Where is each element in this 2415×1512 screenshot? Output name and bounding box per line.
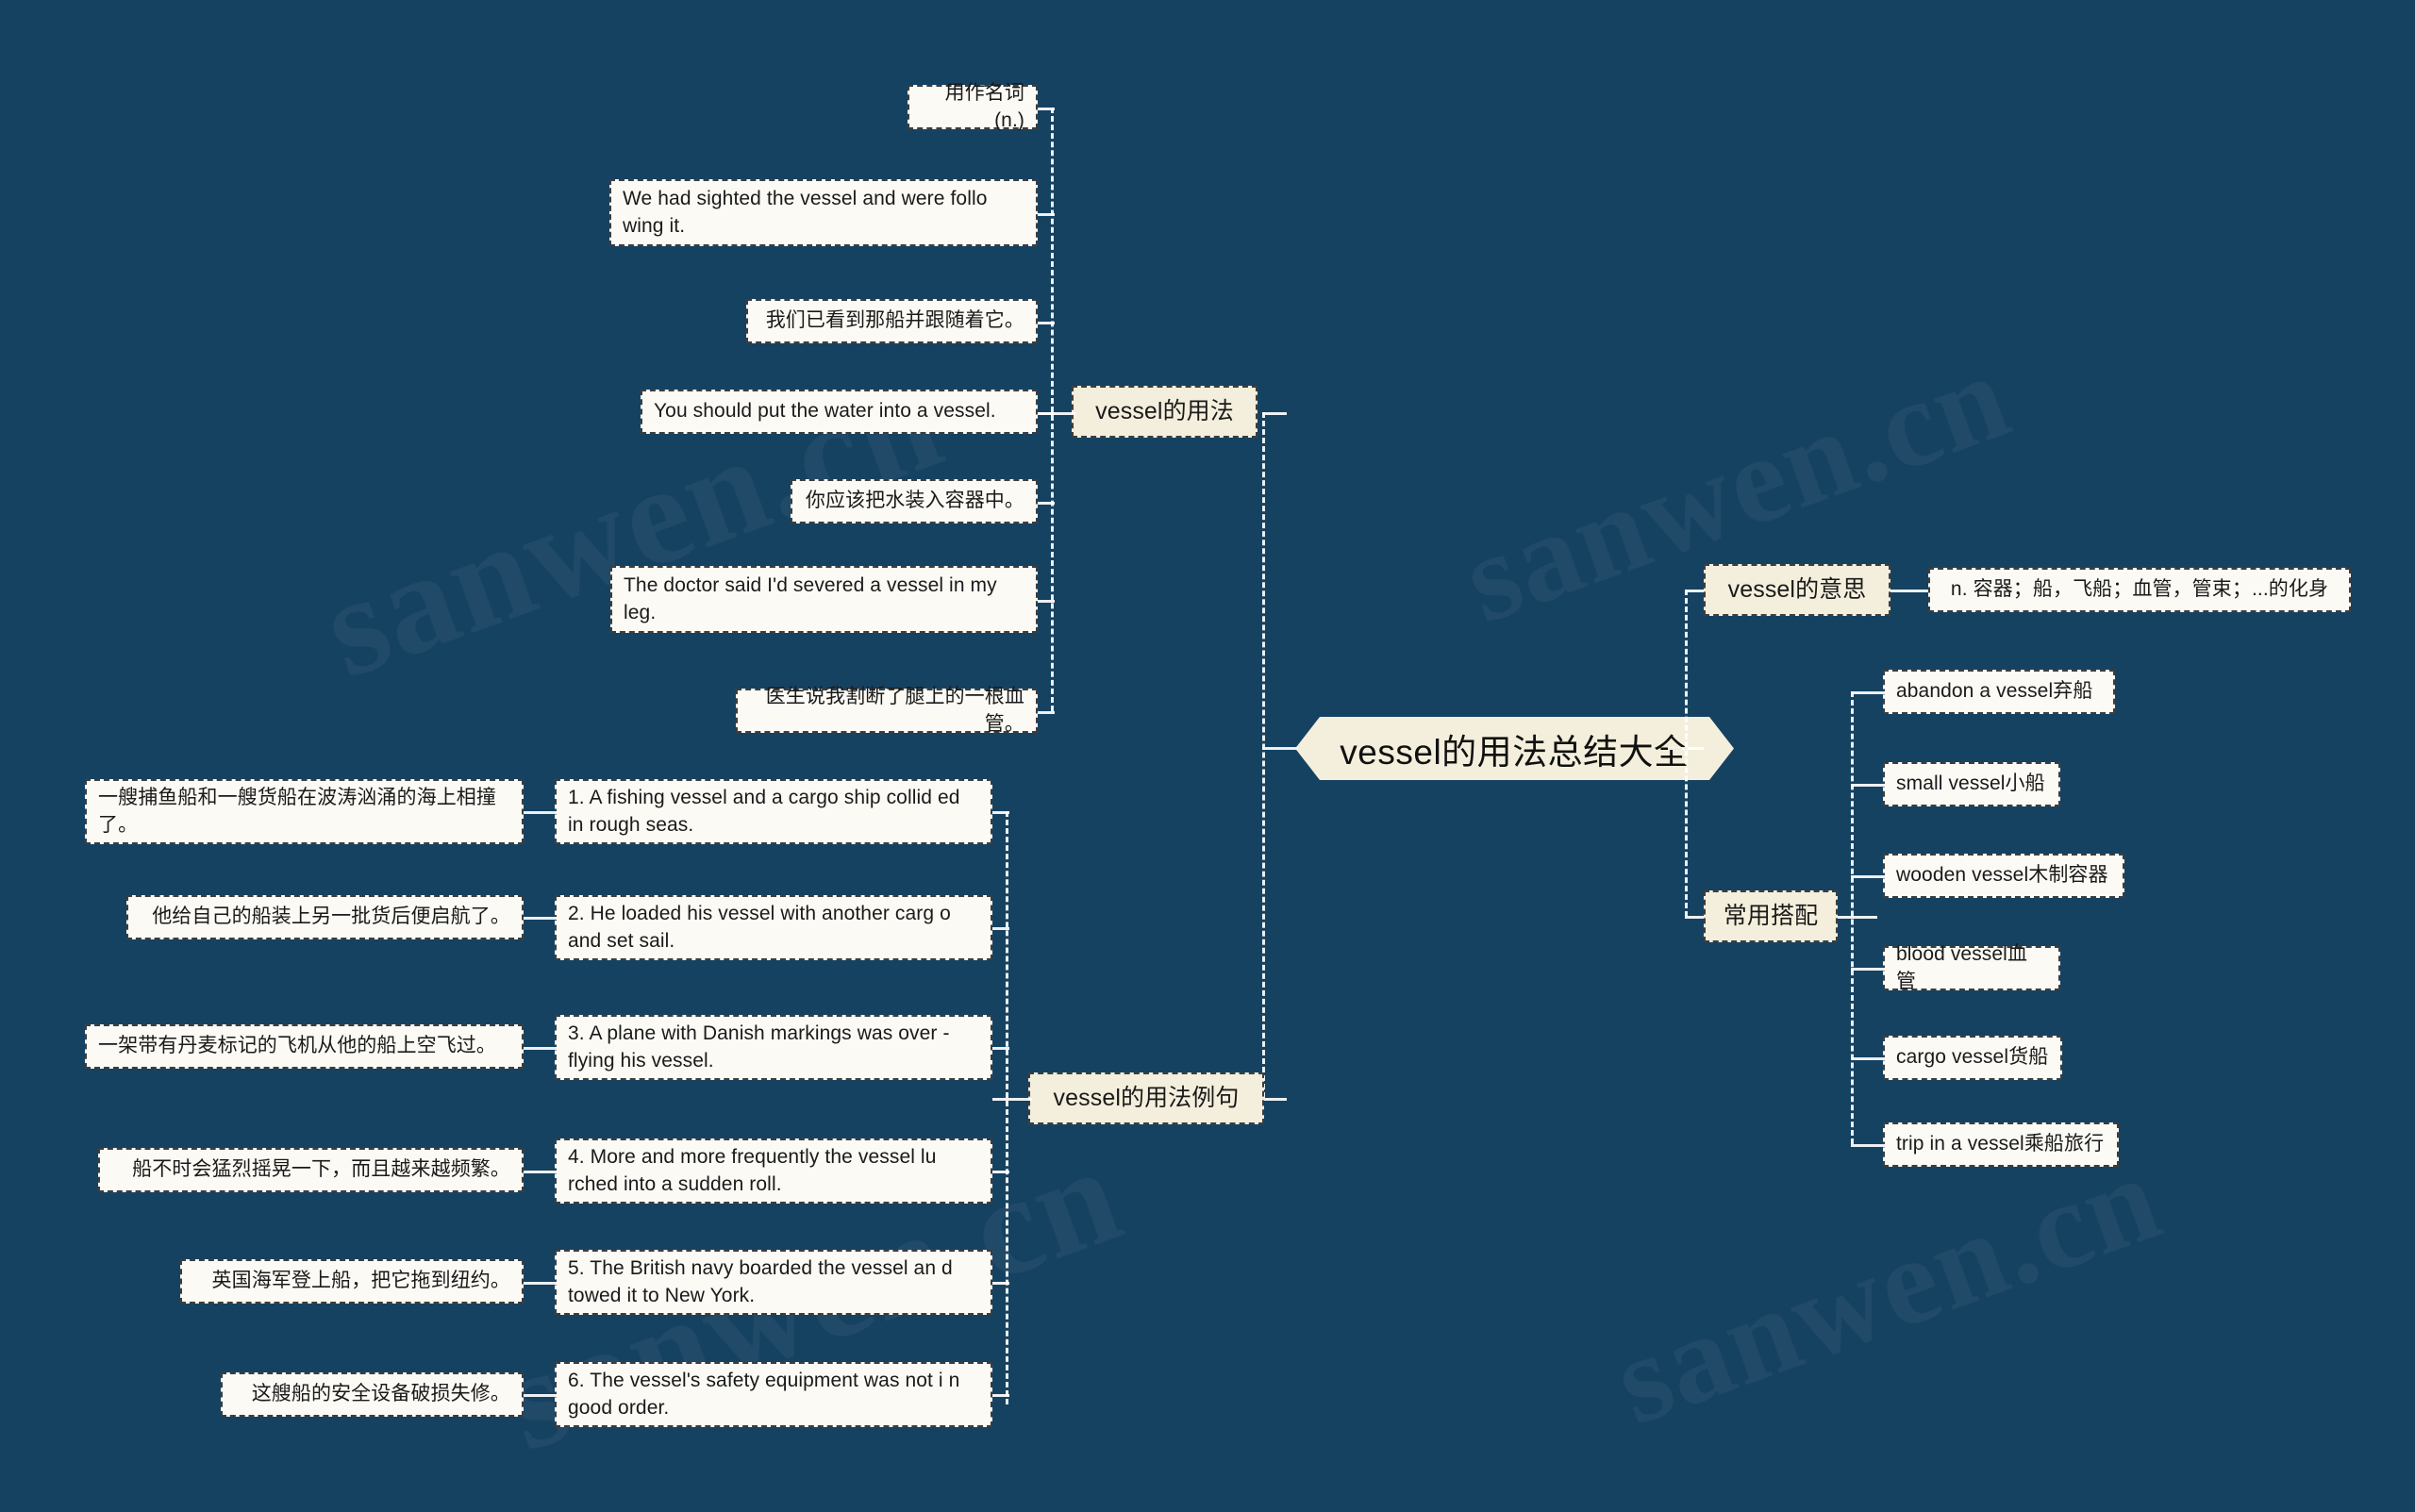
collocation-child-node[interactable]: cargo vessel货船: [1883, 1036, 2062, 1080]
branch-usage[interactable]: vessel的用法: [1072, 386, 1257, 438]
root-to-examples-stub: [1262, 1098, 1287, 1101]
usage-child-label: 用作名词(n.): [944, 82, 1024, 131]
example-zh-node[interactable]: 英国海军登上船，把它拖到纽约。: [180, 1259, 524, 1304]
collocation-child-stub: [1851, 875, 1885, 878]
example-en-node[interactable]: 4. More and more frequently the vessel l…: [555, 1138, 992, 1204]
collocation-child-stub: [1851, 968, 1885, 971]
usage-child-stub: [1038, 502, 1055, 505]
branch-collocation-label: 常用搭配: [1723, 902, 1819, 929]
example-zh-label: 船不时会猛烈摇晃一下，而且越来越频繁。: [132, 1158, 510, 1181]
collocation-child-label: cargo vessel货船: [1896, 1046, 2049, 1069]
usage-child-node[interactable]: 我们已看到那船并跟随着它。: [746, 299, 1038, 343]
branch-examples[interactable]: vessel的用法例句: [1028, 1072, 1264, 1124]
example-en-stub: [992, 1047, 1009, 1050]
collocation-child-node[interactable]: small vessel小船: [1883, 762, 2060, 806]
example-zh-label: 这艘船的安全设备破损失修。: [251, 1383, 510, 1405]
example-en-label: 6. The vessel's safety equipment was not…: [568, 1370, 960, 1419]
collocation-child-node[interactable]: trip in a vessel乘船旅行: [1883, 1122, 2119, 1167]
example-zh-node[interactable]: 船不时会猛烈摇晃一下，而且越来越频繁。: [98, 1148, 524, 1192]
example-en-label: 2. He loaded his vessel with another car…: [568, 903, 951, 952]
collocation-child-stub: [1851, 691, 1885, 694]
collocation-child-label: wooden vessel木制容器: [1896, 864, 2108, 887]
usage-child-stub: [1038, 412, 1055, 415]
usage-child-stub: [1038, 711, 1055, 714]
example-zh-stub: [524, 1047, 558, 1050]
examples-left-stub: [992, 1098, 1032, 1101]
usage-child-stub: [1038, 600, 1055, 603]
collocation-child-node[interactable]: wooden vessel木制容器: [1883, 854, 2124, 898]
example-zh-stub: [524, 1282, 558, 1285]
example-zh-stub: [524, 1394, 558, 1397]
example-en-node[interactable]: 2. He loaded his vessel with another car…: [555, 895, 992, 960]
usage-child-node[interactable]: 用作名词(n.): [908, 82, 1038, 131]
collocation-child-node[interactable]: blood vessel血管: [1883, 943, 2060, 992]
example-en-node[interactable]: 3. A plane with Danish markings was over…: [555, 1015, 992, 1080]
example-en-node[interactable]: 5. The British navy boarded the vessel a…: [555, 1250, 992, 1315]
usage-child-node[interactable]: 医生说我割断了腿上的一根血管。: [736, 686, 1038, 735]
collocation-child-label: trip in a vessel乘船旅行: [1896, 1133, 2105, 1155]
usage-child-node[interactable]: 你应该把水装入容器中。: [791, 479, 1038, 523]
examples-spine: [1006, 811, 1008, 1404]
example-en-stub: [992, 927, 1009, 930]
example-zh-node[interactable]: 一架带有丹麦标记的飞机从他的船上空飞过。: [85, 1024, 524, 1069]
meaning-right-stub: [1890, 590, 1928, 592]
example-zh-node[interactable]: 他给自己的船装上另一批货后便启航了。: [126, 895, 524, 939]
usage-child-label: 医生说我割断了腿上的一根血管。: [765, 686, 1024, 735]
usage-child-label: 你应该把水装入容器中。: [805, 490, 1024, 512]
root-node-label: vessel的用法总结大全: [1340, 732, 1690, 772]
usage-child-node[interactable]: The doctor said I'd severed a vessel in …: [610, 566, 1038, 633]
usage-child-node[interactable]: We had sighted the vessel and were follo…: [609, 179, 1038, 246]
collocation-child-label: small vessel小船: [1896, 773, 2045, 795]
mindmap-canvas: sanwen.cn sanwen.cn sanwen.cn sanwen.cn …: [0, 0, 2415, 1512]
example-en-stub: [992, 1282, 1009, 1285]
root-right-spine: [1685, 590, 1688, 917]
branch-meaning[interactable]: vessel的意思: [1704, 564, 1890, 616]
example-en-stub: [992, 811, 1009, 814]
collocation-child-node[interactable]: abandon a vessel弃船: [1883, 670, 2115, 714]
example-zh-label: 一架带有丹麦标记的飞机从他的船上空飞过。: [98, 1035, 496, 1057]
branch-usage-label: vessel的用法: [1095, 397, 1234, 424]
usage-child-stub: [1038, 108, 1055, 110]
root-left-stub: [1262, 747, 1298, 750]
example-zh-label: 他给自己的船装上另一批货后便启航了。: [152, 906, 510, 928]
example-zh-stub: [524, 811, 558, 814]
usage-child-label: 我们已看到那船并跟随着它。: [765, 309, 1024, 332]
example-zh-stub: [524, 1171, 558, 1173]
branch-collocation[interactable]: 常用搭配: [1704, 890, 1838, 942]
example-en-node[interactable]: 6. The vessel's safety equipment was not…: [555, 1362, 992, 1427]
branch-meaning-label: vessel的意思: [1727, 575, 1867, 603]
root-left-spine: [1262, 412, 1265, 1098]
usage-child-node[interactable]: You should put the water into a vessel.: [641, 390, 1038, 434]
usage-child-label: The doctor said I'd severed a vessel in …: [624, 574, 997, 623]
collocation-child-stub: [1851, 1057, 1885, 1060]
example-en-label: 3. A plane with Danish markings was over…: [568, 1022, 950, 1072]
collocation-child-stub: [1851, 1144, 1885, 1147]
example-zh-label: 英国海军登上船，把它拖到纽约。: [211, 1270, 510, 1292]
usage-child-label: We had sighted the vessel and were follo…: [623, 188, 988, 237]
usage-child-stub: [1038, 322, 1055, 324]
usage-spine: [1051, 108, 1054, 711]
example-en-label: 4. More and more frequently the vessel l…: [568, 1146, 937, 1195]
meaning-child-node[interactable]: n. 容器；船，飞船；血管，管束；...的化身: [1928, 568, 2351, 612]
example-en-label: 1. A fishing vessel and a cargo ship col…: [568, 787, 960, 836]
usage-child-stub: [1038, 213, 1055, 216]
example-zh-stub: [524, 917, 558, 920]
example-en-label: 5. The British navy boarded the vessel a…: [568, 1257, 953, 1306]
example-zh-node[interactable]: 这艘船的安全设备破损失修。: [221, 1372, 524, 1417]
watermark: sanwen.cn: [1596, 1124, 2178, 1454]
example-en-stub: [992, 1394, 1009, 1397]
example-zh-node[interactable]: 一艘捕鱼船和一艘货船在波涛汹涌的海上相撞了。: [85, 779, 524, 844]
example-zh-label: 一艘捕鱼船和一艘货船在波涛汹涌的海上相撞了。: [98, 787, 496, 836]
collocation-child-label: blood vessel血管: [1896, 943, 2028, 992]
collocation-child-label: abandon a vessel弃船: [1896, 680, 2093, 703]
usage-child-label: You should put the water into a vessel.: [654, 400, 996, 423]
example-en-stub: [992, 1171, 1009, 1173]
collocation-spine: [1851, 691, 1854, 1144]
branch-examples-label: vessel的用法例句: [1053, 1084, 1240, 1111]
collocation-right-stub: [1838, 916, 1877, 919]
collocation-child-stub: [1851, 784, 1885, 787]
example-en-node[interactable]: 1. A fishing vessel and a cargo ship col…: [555, 779, 992, 844]
meaning-child-label: n. 容器；船，飞船；血管，管束；...的化身: [1950, 578, 2329, 601]
root-to-usage-stub: [1262, 412, 1287, 415]
